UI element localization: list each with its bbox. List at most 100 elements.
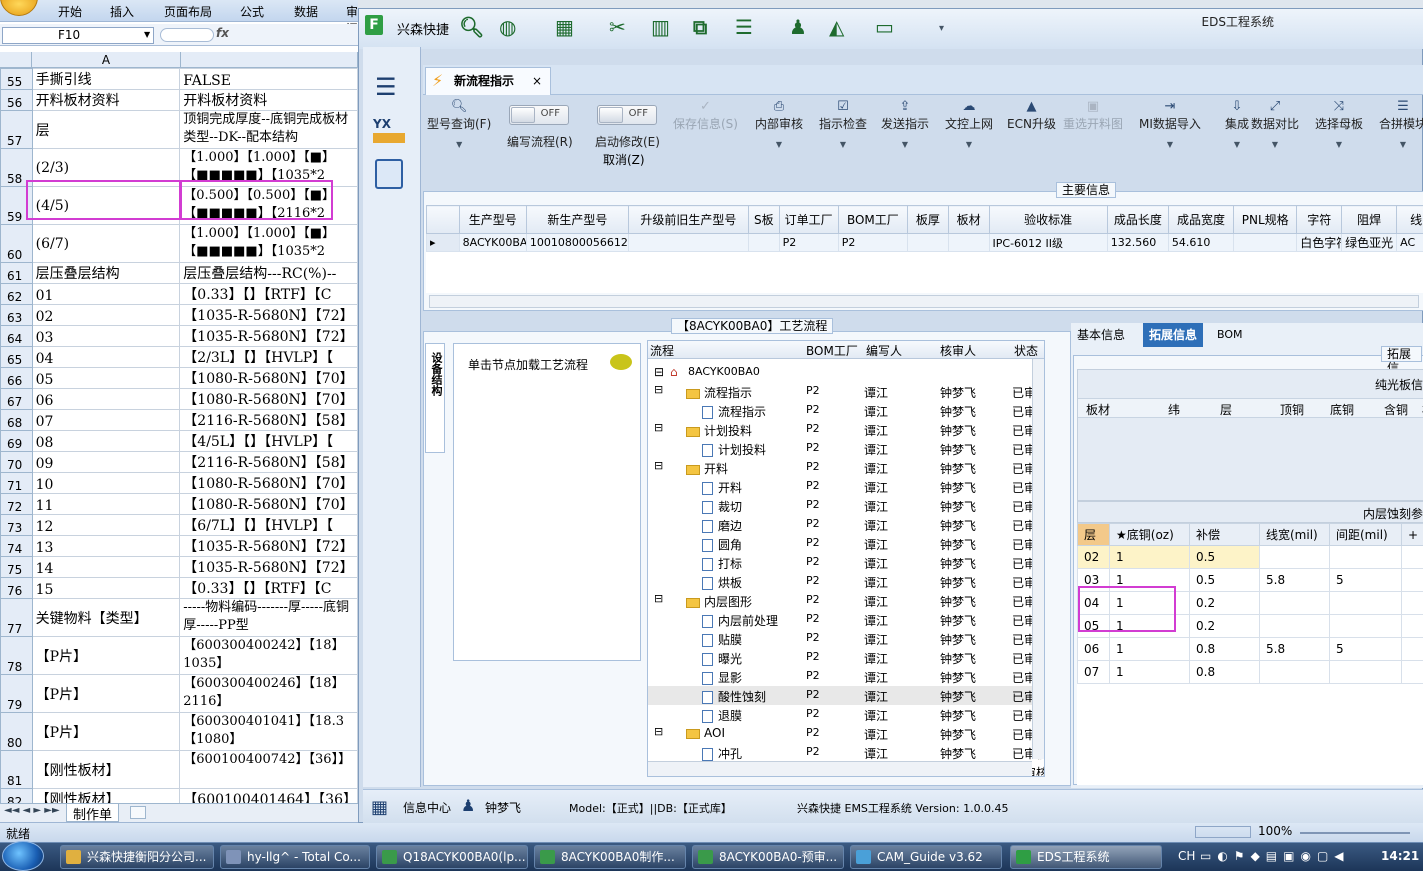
language-indicator[interactable]: CH <box>1178 849 1195 863</box>
tree-vertical-scrollbar[interactable] <box>1032 359 1044 759</box>
table-cell[interactable]: 1 <box>1109 637 1190 661</box>
toolbar-button-11[interactable]: ⇩ 集成 ▼ <box>1225 99 1249 149</box>
row-number[interactable]: 79 <box>0 674 33 713</box>
column-header[interactable]: 纬 <box>1168 401 1180 418</box>
chart-icon[interactable]: ◭ <box>829 15 844 39</box>
taskbar-item[interactable]: EDS工程系统 <box>1010 845 1162 869</box>
table-cell[interactable] <box>1329 614 1402 638</box>
tree-node[interactable]: 显影 P2 谭江 钟梦飞 已审核 <box>648 667 1044 686</box>
table-cell[interactable]: 白色字符 <box>1296 233 1343 252</box>
cell-a[interactable]: 04 <box>31 346 181 368</box>
sheet-tab[interactable]: 制作单 <box>66 804 120 823</box>
globe-icon[interactable]: ◍ <box>499 15 516 39</box>
cell-b[interactable]: -----物料编码-------厚-----底铜厚-----PP型 <box>179 598 358 637</box>
tab-bom[interactable]: BOM <box>1211 323 1249 347</box>
cell-a[interactable]: 06 <box>31 388 181 410</box>
scissors-icon[interactable]: ✂ <box>609 15 626 39</box>
column-header[interactable]: 升级前旧生产型号 <box>627 205 750 234</box>
table-row[interactable]: 63 02 【1035-R-5680N】【72】 <box>0 304 358 326</box>
table-cell[interactable]: 8ACYK00BA0 <box>458 233 527 252</box>
row-number[interactable]: 60 <box>0 224 33 263</box>
tree-node[interactable]: ⊟ 计划投料 P2 谭江 钟梦飞 已审核 <box>648 420 1044 439</box>
table-cell[interactable] <box>1259 660 1330 684</box>
yx-factory-icon[interactable]: YX <box>373 117 405 147</box>
table-row[interactable]: 76 15 【0.33】【】【RTF】【C <box>0 577 358 599</box>
table-row[interactable]: 78 【P片】 【600300400242】【18】1035】 <box>0 636 358 675</box>
toolbar-button-3[interactable]: ✓ 保存信息(S) <box>673 99 738 132</box>
column-header[interactable]: 板材 <box>1086 401 1110 418</box>
cell-a[interactable]: 07 <box>31 409 181 431</box>
ribbon-tab-insert[interactable]: 插入 <box>110 3 134 20</box>
row-number[interactable]: 73 <box>0 514 33 536</box>
cell-b[interactable]: 【1080-R-5680N】【70】 <box>179 472 358 494</box>
table-row[interactable]: 74 13 【1035-R-5680N】【72】 <box>0 535 358 557</box>
tree-node[interactable]: 退膜 P2 谭江 钟梦飞 已审核 <box>648 705 1044 724</box>
table-cell[interactable]: 10010800056612 <box>525 233 629 252</box>
row-number[interactable]: 81 <box>0 750 33 789</box>
toolbar-button-10[interactable]: ⇥ MI数据导入 ▼ <box>1139 99 1201 149</box>
tree-node[interactable]: ⊟ 流程指示 P2 谭江 钟梦飞 已审核 <box>648 382 1044 401</box>
cell-a[interactable]: 01 <box>31 283 181 305</box>
column-header[interactable]: 层 <box>1077 523 1110 546</box>
column-header[interactable]: S板 <box>748 205 780 234</box>
horizontal-scrollbar[interactable] <box>429 295 1419 308</box>
collapse-icon[interactable]: ⊟ <box>654 421 663 434</box>
cell-a[interactable]: 13 <box>31 535 181 557</box>
toolbar-button-9[interactable]: ▣ 重选开料图 <box>1063 99 1123 132</box>
cell-b[interactable]: 开料板材资料 <box>179 89 358 111</box>
column-header[interactable]: 顶铜 <box>1280 401 1304 418</box>
chevron-down-icon[interactable]: ▼ <box>1379 140 1423 149</box>
collapse-icon[interactable]: ⊟ <box>654 383 663 396</box>
table-cell[interactable]: 02 <box>1077 545 1110 569</box>
film-icon[interactable]: ▥ <box>651 15 670 39</box>
taskbar-item[interactable]: 兴森快捷衡阳分公司... <box>60 845 214 869</box>
table-row[interactable]: 55 手撕引线 FALSE <box>0 68 358 90</box>
table-row[interactable]: 71 10 【1080-R-5680N】【70】 <box>0 472 358 494</box>
tree-node[interactable]: 打标 P2 谭江 钟梦飞 已审核 <box>648 553 1044 572</box>
column-header[interactable]: 补偿 <box>1189 523 1260 546</box>
table-row[interactable]: 75 14 【1035-R-5680N】【72】 <box>0 556 358 578</box>
new-sheet-icon[interactable] <box>130 806 146 819</box>
cell-b[interactable]: 【1035-R-5680N】【72】 <box>179 556 358 578</box>
column-header[interactable]: 字符 <box>1296 205 1343 234</box>
table-cell[interactable]: 0.8 <box>1189 660 1260 684</box>
table-row[interactable]: 62 01 【0.33】【】【RTF】【C <box>0 283 358 305</box>
table-cell[interactable]: 07 <box>1077 660 1110 684</box>
row-number[interactable]: 72 <box>0 493 33 515</box>
cell-a[interactable]: 【P片】 <box>31 712 181 751</box>
row-number[interactable]: 65 <box>0 346 33 368</box>
column-header[interactable]: 间距(mil) <box>1329 523 1402 546</box>
cell-a[interactable]: (6/7) <box>31 224 181 263</box>
row-number[interactable]: 77 <box>0 598 33 637</box>
cell-a[interactable]: 08 <box>31 430 181 452</box>
chevron-down-icon[interactable]: ▼ <box>755 140 803 149</box>
grid-icon[interactable]: ▦ <box>555 15 574 39</box>
cell-b[interactable]: 【1080-R-5680N】【70】 <box>179 493 358 515</box>
column-header-a[interactable]: A <box>32 52 181 68</box>
taskbar-item[interactable]: 8ACYK00BA0-预审... <box>692 845 844 869</box>
user-icon[interactable]: ♟ <box>789 15 807 39</box>
search-icon[interactable]: 🔍︎ <box>459 15 484 39</box>
toolbar-button-0[interactable]: 🔍︎ 型号查询(F) ▼ <box>427 99 491 149</box>
cell-a[interactable]: 层压叠层结构 <box>31 262 181 284</box>
table-row[interactable]: 61 层压叠层结构 层压叠层结构---RC(%)-- <box>0 262 358 284</box>
column-header[interactable]: 成品宽度 <box>1167 205 1235 234</box>
cell-a[interactable]: 关键物料【类型】 <box>31 598 181 637</box>
write-flow-toggle[interactable]: OFF <box>509 105 569 125</box>
cell-a[interactable]: 【刚性板材】 <box>31 750 181 789</box>
row-number[interactable]: 76 <box>0 577 33 599</box>
table-cell[interactable]: 54.610 <box>1167 233 1235 252</box>
cell-b[interactable]: 【600300400242】【18】1035】 <box>179 636 358 675</box>
table-row[interactable]: 57 层顶铜完成厚度--底铜完成板材类型--DK--配本结构 <box>0 110 358 149</box>
tree-node[interactable]: 酸性蚀刻 P2 谭江 钟梦飞 已审核 <box>648 686 1044 705</box>
cell-b[interactable]: 【1035-R-5680N】【72】 <box>179 535 358 557</box>
ribbon-tab-formula[interactable]: 公式 <box>240 3 264 20</box>
tree-horizontal-scrollbar[interactable] <box>648 761 1032 776</box>
chevron-down-icon[interactable]: ▼ <box>819 140 867 149</box>
table-cell[interactable]: 1 <box>1109 545 1190 569</box>
toolbar-button-4[interactable]: ⎙ 内部审核 ▼ <box>755 99 803 149</box>
row-number[interactable]: 67 <box>0 388 33 410</box>
column-header[interactable]: 层 <box>1220 401 1232 418</box>
table-cell[interactable] <box>1259 545 1330 569</box>
table-cell[interactable]: 132.560 <box>1106 233 1169 252</box>
